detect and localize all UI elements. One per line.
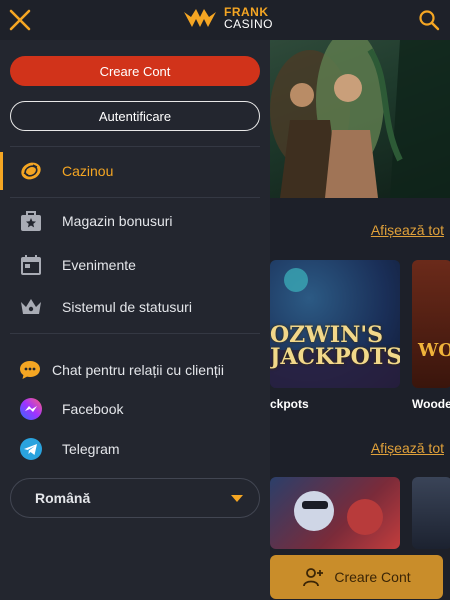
crown-logo-icon: [184, 9, 216, 27]
game-card-wooden[interactable]: WO: [412, 260, 450, 388]
divider: [10, 197, 260, 198]
add-user-icon: [303, 568, 324, 587]
chevron-down-icon: [231, 495, 243, 502]
close-icon: [9, 9, 31, 31]
calendar-icon: [19, 253, 43, 277]
top-header: FRANK CASINO: [0, 0, 450, 40]
menu-item-telegram[interactable]: Telegram: [0, 430, 270, 468]
create-account-cta-button[interactable]: Creare Cont: [270, 555, 443, 599]
menu-item-label: Chat pentru relații cu clienții: [52, 362, 224, 378]
bonus-shop-icon: [19, 209, 43, 233]
search-icon: [419, 10, 440, 31]
logo-casino-text: CASINO: [224, 17, 274, 31]
register-button[interactable]: Creare Cont: [10, 56, 260, 86]
menu-item-support-chat[interactable]: Chat pentru relații cu clienții: [0, 351, 270, 389]
game-card-art-title-1: OZWIN'S JACKPOTS: [270, 322, 400, 370]
game-card-partial[interactable]: [412, 477, 450, 549]
menu-item-bonus-shop[interactable]: Magazin bonusuri: [0, 202, 270, 240]
menu-item-events[interactable]: Evenimente: [0, 246, 270, 284]
game-card-art-title-2: WO: [418, 340, 450, 361]
hero-banner-image[interactable]: [270, 40, 450, 198]
menu-item-label: Telegram: [62, 441, 120, 457]
frank-casino-logo[interactable]: FRANK CASINO: [182, 6, 273, 30]
chat-icon: [18, 358, 42, 382]
divider: [10, 333, 260, 334]
menu-item-status-system[interactable]: Sistemul de statusuri: [0, 288, 270, 326]
show-all-link-1[interactable]: Afișează tot: [371, 222, 444, 238]
active-indicator: [0, 152, 3, 190]
create-account-cta-label: Creare Cont: [334, 569, 411, 585]
search-button[interactable]: [418, 9, 440, 31]
game-card-label-2: Woode: [412, 397, 450, 411]
show-all-link-2[interactable]: Afișează tot: [371, 440, 444, 456]
login-button[interactable]: Autentificare: [10, 101, 260, 131]
menu-item-label: Facebook: [62, 401, 124, 417]
coins-icon: [19, 159, 43, 183]
game-card-label-1: ckpots: [270, 397, 309, 411]
menu-item-facebook[interactable]: Facebook: [0, 390, 270, 428]
close-menu-button[interactable]: [8, 8, 32, 32]
menu-item-label: Sistemul de statusuri: [62, 299, 192, 315]
divider: [10, 146, 260, 147]
language-select[interactable]: Română: [10, 478, 260, 518]
main-content: Afișează tot OZWIN'S JACKPOTS WO ckpots …: [270, 40, 450, 600]
menu-item-casino[interactable]: Cazinou: [0, 152, 270, 190]
messenger-icon: [19, 397, 43, 421]
language-select-value: Română: [35, 490, 91, 506]
menu-item-label: Cazinou: [62, 163, 114, 179]
game-card-ozwins-jackpots[interactable]: OZWIN'S JACKPOTS: [270, 260, 400, 388]
menu-item-label: Magazin bonusuri: [62, 213, 173, 229]
side-drawer-menu: Creare Cont Autentificare Cazinou Magazi…: [0, 40, 270, 600]
telegram-icon: [19, 437, 43, 461]
menu-item-label: Evenimente: [62, 257, 136, 273]
game-card-cyber[interactable]: [270, 477, 400, 549]
crown-icon: [19, 295, 43, 319]
